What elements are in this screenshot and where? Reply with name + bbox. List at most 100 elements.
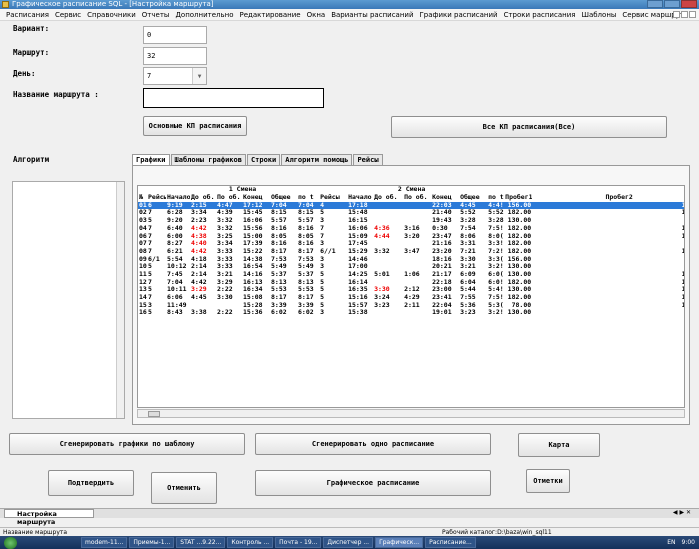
table-cell[interactable]: 4:4! bbox=[487, 201, 505, 210]
table-cell[interactable]: 15:29 bbox=[347, 248, 373, 256]
table-cell[interactable]: 6:04 bbox=[459, 279, 487, 287]
table-cell[interactable]: 15:28 bbox=[242, 302, 270, 310]
table-cell[interactable]: 4:42 bbox=[190, 279, 216, 287]
table-row[interactable]: 12 7 7:04 4:42 3:29 16:13 8:13 8:13 5 16:14 22:18 6… bbox=[138, 279, 684, 287]
table-cell[interactable]: 4:42 bbox=[190, 248, 216, 256]
table-cell[interactable]: 3:3! bbox=[487, 240, 504, 248]
table-cell[interactable]: 7:04 bbox=[166, 279, 190, 287]
table-cell[interactable]: 4:18 bbox=[190, 256, 216, 264]
table-cell[interactable]: 4:38 bbox=[190, 232, 216, 240]
table-cell[interactable]: 4:47 bbox=[216, 201, 242, 210]
menu-item-references[interactable]: Справочники bbox=[84, 11, 139, 19]
column-header[interactable]: по t bbox=[487, 194, 504, 202]
table-cell[interactable]: 130.00 bbox=[504, 286, 532, 294]
table-cell[interactable]: 6:21 bbox=[166, 248, 190, 256]
column-header[interactable]: Начало bbox=[166, 194, 190, 202]
table-cell[interactable]: 3 bbox=[319, 256, 347, 264]
table-cell[interactable]: 12 bbox=[138, 279, 147, 287]
table-cell[interactable]: 3:28 bbox=[487, 217, 504, 225]
table-cell[interactable]: 9:19 bbox=[166, 201, 190, 210]
table-cell[interactable]: 5:36 bbox=[459, 302, 487, 310]
table-cell[interactable]: 5:52 bbox=[459, 209, 487, 217]
table-cell[interactable]: 15:16 bbox=[347, 294, 373, 302]
column-header[interactable]: По об. bbox=[403, 194, 431, 202]
table-cell[interactable]: 4:39 bbox=[216, 209, 242, 217]
grid-horizontal-scrollbar[interactable] bbox=[137, 409, 685, 418]
start-button[interactable] bbox=[4, 536, 17, 549]
column-header[interactable]: По об. bbox=[216, 194, 242, 202]
table-cell[interactable]: 0:30 bbox=[431, 225, 459, 233]
menu-item-schedule-variants[interactable]: Варианты расписаний bbox=[328, 11, 416, 19]
table-cell[interactable]: 3:47 bbox=[403, 248, 431, 256]
table-cell[interactable]: 5:57 bbox=[270, 217, 297, 225]
taskbar-item-modem[interactable]: modem-11... bbox=[81, 537, 128, 548]
table-cell[interactable]: 3:30 bbox=[373, 286, 403, 294]
table-cell[interactable]: 14:25 bbox=[347, 271, 373, 279]
table-cell[interactable]: 3:3( bbox=[487, 256, 504, 264]
table-cell[interactable]: 3:23 bbox=[459, 309, 487, 317]
column-header[interactable]: Общее bbox=[270, 194, 297, 202]
column-header[interactable]: № bbox=[138, 194, 147, 202]
table-cell[interactable]: 5 bbox=[147, 309, 166, 317]
table-cell[interactable]: 3:2! bbox=[487, 309, 504, 317]
table-cell[interactable]: 3:38 bbox=[190, 309, 216, 317]
table-cell[interactable]: 16:54 bbox=[242, 263, 270, 271]
table-cell[interactable] bbox=[403, 279, 431, 287]
table-cell[interactable]: 22:18 bbox=[431, 279, 459, 287]
menu-item-schedule-rows[interactable]: Строки расписания bbox=[501, 11, 579, 19]
table-cell[interactable]: 3:24 bbox=[373, 294, 403, 302]
table-cell[interactable]: 130.00 bbox=[532, 286, 684, 294]
table-cell[interactable]: 7 bbox=[319, 232, 347, 240]
table-cell[interactable]: 6:02 bbox=[270, 309, 297, 317]
table-cell[interactable]: 130.00 bbox=[532, 271, 684, 279]
table-cell[interactable]: 8:17 bbox=[297, 294, 319, 302]
table-cell[interactable] bbox=[403, 309, 431, 317]
table-cell[interactable]: 130.00 bbox=[504, 271, 532, 279]
column-header[interactable]: Конец bbox=[242, 194, 270, 202]
table-cell[interactable]: 7:04 bbox=[297, 201, 320, 210]
column-header[interactable]: До об. bbox=[373, 194, 403, 202]
table-cell[interactable]: 2:11 bbox=[403, 302, 431, 310]
table-cell[interactable]: 21:40 bbox=[431, 209, 459, 217]
table-cell[interactable]: 130.00 bbox=[532, 279, 684, 287]
table-cell[interactable]: 8:16 bbox=[297, 240, 319, 248]
table-cell[interactable]: 130.00 bbox=[504, 217, 532, 225]
taskbar-item-stat[interactable]: STAT ...9.22... bbox=[176, 537, 226, 548]
table-cell[interactable]: 5 bbox=[319, 286, 347, 294]
table-cell[interactable]: 17:45 bbox=[347, 240, 373, 248]
table-cell[interactable]: 5:57 bbox=[297, 217, 319, 225]
table-cell[interactable]: 17:00 bbox=[347, 263, 373, 271]
table-cell[interactable]: 3:16 bbox=[403, 225, 431, 233]
table-cell[interactable]: 17:39 bbox=[242, 240, 270, 248]
menu-item-service[interactable]: Сервис bbox=[52, 11, 84, 19]
table-row[interactable]: 11 5 7:45 2:14 3:21 14:16 5:37 5:37 5 14:25 5:01 1:… bbox=[138, 271, 684, 279]
table-row[interactable]: 08 7 6:21 4:42 3:33 15:22 8:17 8:17 6//1 15:29 3:3… bbox=[138, 248, 684, 256]
table-cell[interactable] bbox=[403, 217, 431, 225]
column-header[interactable]: До об. bbox=[190, 194, 216, 202]
table-cell[interactable]: 3:30 bbox=[459, 256, 487, 264]
table-cell[interactable]: 14:38 bbox=[242, 256, 270, 264]
table-row[interactable]: 03 5 9:20 2:23 3:32 16:06 5:57 5:57 3 16:15 19:43 3… bbox=[138, 217, 684, 225]
table-cell[interactable]: 16 bbox=[138, 309, 147, 317]
table-cell[interactable]: 78.00 bbox=[532, 309, 684, 317]
confirm-button[interactable]: Подтвердить bbox=[48, 470, 134, 496]
table-cell[interactable]: 6:00 bbox=[166, 232, 190, 240]
table-cell[interactable]: 6//1 bbox=[319, 248, 347, 256]
table-cell[interactable]: 5 bbox=[319, 302, 347, 310]
table-cell[interactable]: 09 bbox=[138, 256, 147, 264]
table-cell[interactable] bbox=[373, 279, 403, 287]
graphic-schedule-button[interactable]: Графическое расписание bbox=[255, 470, 491, 496]
table-cell[interactable]: 3:31 bbox=[459, 240, 487, 248]
table-cell[interactable]: 5:37 bbox=[270, 271, 297, 279]
mdi-close-icon[interactable] bbox=[689, 11, 696, 18]
variant-field[interactable]: 0 bbox=[143, 26, 207, 44]
column-header[interactable]: Начало bbox=[347, 194, 373, 202]
table-cell[interactable] bbox=[216, 302, 242, 310]
table-cell[interactable]: 3:39 bbox=[297, 302, 319, 310]
table-cell[interactable]: 182.00 bbox=[504, 225, 532, 233]
table-cell[interactable]: 78.00 bbox=[532, 217, 684, 225]
table-cell[interactable]: 20:21 bbox=[431, 263, 459, 271]
table-cell[interactable]: 182.00 bbox=[504, 240, 532, 248]
table-cell[interactable]: 16:06 bbox=[347, 225, 373, 233]
table-cell[interactable]: 3:34 bbox=[190, 209, 216, 217]
